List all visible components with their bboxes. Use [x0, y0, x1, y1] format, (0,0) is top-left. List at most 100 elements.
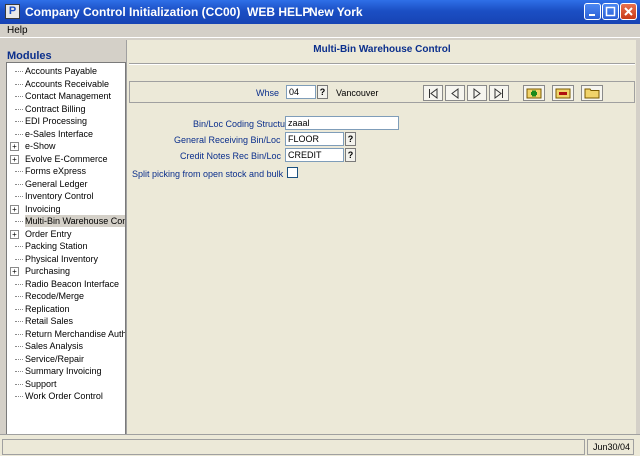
- tree-connector: [15, 333, 23, 335]
- modules-header: Modules: [7, 50, 52, 62]
- tree-connector: [15, 358, 23, 360]
- title-divider: [129, 63, 635, 65]
- sidebar-item-label: Replication: [25, 303, 70, 314]
- web-help-link[interactable]: WEB HELP: [247, 5, 310, 19]
- sidebar-item-label: Multi-Bin Warehouse Con: [25, 215, 126, 227]
- tree-connector: [15, 171, 23, 172]
- sidebar-item[interactable]: + Evolve E-Commerce: [7, 153, 125, 165]
- tree-connector: [15, 83, 23, 85]
- sidebar-item[interactable]: Accounts Payable: [7, 65, 125, 77]
- sidebar-item[interactable]: Replication: [7, 303, 125, 315]
- sidebar-item[interactable]: Sales Analysis: [7, 340, 125, 352]
- tree-connector: [15, 321, 23, 322]
- sidebar-item[interactable]: Packing Station: [7, 240, 125, 252]
- sidebar-item[interactable]: General Ledger: [7, 178, 125, 190]
- sidebar-item-label: Recode/Merge: [25, 291, 85, 301]
- first-record-button[interactable]: [423, 85, 443, 101]
- previous-record-button[interactable]: [445, 85, 465, 101]
- modules-sidebar: Modules Accounts Payable Accounts Receiva…: [4, 40, 126, 456]
- first-record-icon: [429, 88, 438, 99]
- sidebar-item-label: Evolve E-Commerce: [25, 153, 108, 164]
- sidebar-item[interactable]: Service/Repair: [7, 353, 125, 365]
- status-date: Jun30/04: [587, 439, 634, 455]
- expand-icon[interactable]: +: [10, 267, 19, 276]
- tree-connector: [15, 221, 23, 222]
- split-picking-checkbox[interactable]: [287, 167, 298, 178]
- close-button[interactable]: [620, 3, 637, 20]
- add-record-button[interactable]: [523, 85, 545, 101]
- tree-connector: [15, 108, 23, 110]
- sidebar-item-label: Contact Management: [25, 91, 112, 101]
- expand-icon[interactable]: +: [10, 142, 19, 151]
- sidebar-item[interactable]: + Order Entry: [7, 228, 125, 240]
- sidebar-item-label: Work Order Control: [25, 391, 103, 401]
- title-bar: P Company Control Initialization (CC00) …: [0, 0, 640, 24]
- sidebar-item-label: Retail Sales: [25, 316, 74, 326]
- sidebar-item[interactable]: + Invoicing: [7, 203, 125, 215]
- expand-icon[interactable]: +: [10, 229, 19, 239]
- sidebar-item[interactable]: Radio Beacon Interface: [7, 278, 125, 290]
- expand-icon[interactable]: +: [10, 154, 19, 164]
- sidebar-item[interactable]: Summary Invoicing: [7, 365, 125, 377]
- tree-connector: [15, 71, 23, 72]
- status-message: [2, 439, 585, 455]
- next-record-icon: [473, 88, 481, 99]
- sidebar-item-label: General Ledger: [25, 178, 88, 189]
- tree-connector: [15, 383, 23, 385]
- credit-notes-lookup-button[interactable]: ?: [345, 148, 356, 162]
- bin-coding-label: Bin/Loc Coding Structure: [193, 119, 294, 129]
- delete-folder-icon: [555, 88, 571, 99]
- credit-notes-input[interactable]: CREDIT: [285, 148, 344, 162]
- sidebar-item-label: Radio Beacon Interface: [25, 278, 120, 289]
- maximize-button[interactable]: [602, 3, 619, 20]
- delete-record-button[interactable]: [552, 85, 574, 101]
- last-record-button[interactable]: [489, 85, 509, 101]
- sidebar-item[interactable]: EDI Processing: [7, 115, 125, 127]
- whse-label: Whse: [256, 88, 280, 98]
- app-icon: P: [5, 4, 20, 19]
- minimize-button[interactable]: [584, 3, 601, 20]
- sidebar-item[interactable]: Return Merchandise Auth: [7, 328, 126, 340]
- sidebar-item-label: Purchasing: [25, 266, 71, 276]
- sidebar-item[interactable]: Retail Sales: [7, 315, 125, 327]
- sidebar-item-label: Service/Repair: [25, 353, 85, 364]
- sidebar-item[interactable]: Multi-Bin Warehouse Con: [7, 215, 126, 227]
- general-receiving-label: General Receiving Bin/Loc: [174, 135, 281, 145]
- bin-coding-input[interactable]: zaaal: [285, 116, 399, 130]
- sidebar-item-label: e-Sales Interface: [25, 128, 94, 139]
- next-record-button[interactable]: [467, 85, 487, 101]
- tree-connector: [15, 308, 23, 310]
- whse-lookup-button[interactable]: ?: [317, 85, 328, 99]
- sidebar-item[interactable]: Recode/Merge: [7, 290, 125, 302]
- sidebar-item[interactable]: Work Order Control: [7, 390, 125, 402]
- sidebar-item[interactable]: Contract Billing: [7, 103, 125, 115]
- expand-icon[interactable]: +: [10, 204, 19, 214]
- main-panel: Multi-Bin Warehouse Control Whse 04 ? Va…: [126, 40, 636, 434]
- sidebar-item[interactable]: + Purchasing: [7, 265, 125, 277]
- sidebar-item[interactable]: Contact Management: [7, 90, 125, 102]
- maximize-icon: [605, 6, 616, 17]
- minimize-icon: [589, 14, 595, 16]
- whse-input[interactable]: 04: [286, 85, 316, 99]
- open-folder-button[interactable]: [581, 85, 603, 101]
- sidebar-item[interactable]: Physical Inventory: [7, 253, 125, 265]
- sidebar-item-label: Order Entry: [25, 228, 72, 239]
- previous-record-icon: [451, 88, 459, 99]
- sidebar-item[interactable]: Support: [7, 378, 125, 390]
- page-title: Multi-Bin Warehouse Control: [313, 44, 451, 55]
- sidebar-item[interactable]: Accounts Receivable: [7, 78, 125, 90]
- tree-connector: [15, 258, 23, 260]
- tree-connector: [15, 283, 23, 285]
- sidebar-item[interactable]: Forms eXpress: [7, 165, 125, 177]
- sidebar-item-label: Inventory Control: [25, 191, 94, 201]
- sidebar-item-label: Return Merchandise Auth: [25, 328, 126, 339]
- sidebar-item[interactable]: e-Sales Interface: [7, 128, 125, 140]
- tree-connector: [15, 346, 23, 347]
- general-receiving-input[interactable]: FLOOR: [285, 132, 344, 146]
- warehouse-bar: Whse 04 ? Vancouver: [129, 81, 635, 103]
- menu-help[interactable]: Help: [7, 25, 28, 36]
- sidebar-item[interactable]: Inventory Control: [7, 190, 125, 202]
- tree-connector: [15, 246, 23, 247]
- sidebar-item[interactable]: + e-Show: [7, 140, 125, 152]
- general-receiving-lookup-button[interactable]: ?: [345, 132, 356, 146]
